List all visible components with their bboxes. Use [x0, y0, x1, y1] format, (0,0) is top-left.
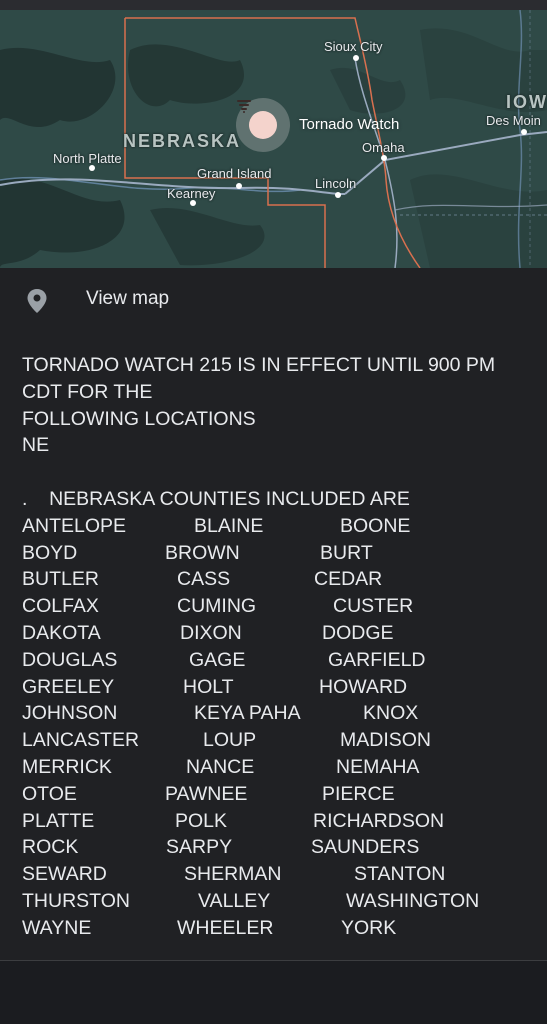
county-name: WAYNE: [22, 916, 92, 939]
location-pin-icon: [27, 289, 47, 313]
county-name: VALLEY: [198, 889, 271, 912]
county-name: BUTLER: [22, 568, 99, 591]
state-label-nebraska: NEBRASKA: [123, 131, 242, 151]
county-name: WHEELER: [177, 916, 274, 939]
county-name: CUSTER: [333, 595, 414, 618]
county-name: PAWNEE: [165, 782, 248, 805]
view-map-label[interactable]: View map: [86, 288, 169, 310]
county-row: MERRICK NANCE NEMAHA: [22, 754, 532, 781]
county-name: POLK: [175, 809, 228, 832]
county-name: NEMAHA: [336, 755, 420, 778]
county-name: DAKOTA: [22, 621, 101, 644]
county-name: LOUP: [203, 729, 257, 752]
county-name: HOWARD: [319, 675, 408, 698]
county-row: DAKOTA DIXON DODGE: [22, 620, 532, 647]
county-name: CASS: [177, 568, 231, 591]
county-row: SEWARD SHERMAN STANTON: [22, 861, 532, 888]
city-label-kearney: Kearney: [167, 186, 216, 201]
city-label-sioux-city: Sioux City: [324, 39, 383, 54]
county-name: CUMING: [177, 595, 257, 618]
alert-line: CDT FOR THE: [22, 380, 153, 403]
counties-heading: . NEBRASKA COUNTIES INCLUDED ARE: [22, 487, 410, 510]
county-name: BURT: [320, 541, 373, 564]
county-name: COLFAX: [22, 595, 99, 618]
county-name: BOYD: [22, 541, 78, 564]
county-name: PIERCE: [322, 782, 395, 805]
county-row: COLFAX CUMING CUSTER: [22, 593, 532, 620]
county-row: DOUGLAS GAGE GARFIELD: [22, 647, 532, 674]
county-name: THURSTON: [22, 889, 130, 912]
county-name: WASHINGTON: [346, 889, 480, 912]
city-label-north-platte: North Platte: [53, 151, 122, 166]
county-name: PLATTE: [22, 809, 95, 832]
county-name: ANTELOPE: [22, 514, 127, 537]
county-name: SARPY: [166, 836, 233, 859]
pin-title: Tornado Watch: [299, 116, 400, 133]
county-row: OTOE PAWNEE PIERCE: [22, 781, 532, 808]
county-row: ANTELOPE BLAINE BOONE: [22, 513, 532, 540]
county-row: BUTLER CASS CEDAR: [22, 566, 532, 593]
county-name: CEDAR: [314, 568, 383, 591]
county-name: OTOE: [22, 782, 77, 805]
county-name: MERRICK: [22, 755, 112, 778]
county-row: ROCK SARPY SAUNDERS: [22, 834, 532, 861]
tornado-watch-pin[interactable]: [236, 98, 290, 152]
county-row: LANCASTER LOUP MADISON: [22, 727, 532, 754]
county-name: HOLT: [183, 675, 234, 698]
county-name: GAGE: [189, 648, 246, 671]
county-row: BOYD BROWN BURT: [22, 540, 532, 567]
county-name: KNOX: [363, 702, 419, 725]
county-name: NANCE: [186, 755, 255, 778]
county-name: LANCASTER: [22, 729, 140, 752]
state-label-iowa: IOW: [506, 92, 547, 112]
view-map-row[interactable]: View map: [0, 268, 547, 330]
city-label-des-moines: Des Moin: [486, 113, 541, 128]
county-row: WAYNE WHEELER YORK: [22, 915, 532, 942]
county-name: BOONE: [340, 514, 411, 537]
county-name: DOUGLAS: [22, 648, 118, 671]
county-name: JOHNSON: [22, 702, 118, 725]
county-row: PLATTE POLK RICHARDSON: [22, 808, 532, 835]
city-label-lincoln: Lincoln: [315, 176, 357, 191]
county-name: BROWN: [165, 541, 240, 564]
county-name: SHERMAN: [184, 863, 282, 886]
county-name: STANTON: [354, 863, 446, 886]
county-name: BLAINE: [194, 514, 264, 537]
county-row: JOHNSON KEYA PAHA KNOX: [22, 700, 532, 727]
county-name: GREELEY: [22, 675, 115, 698]
county-name: RICHARDSON: [313, 809, 445, 832]
city-label-grand-island: Grand Island: [197, 166, 272, 181]
county-name: KEYA PAHA: [194, 702, 301, 725]
alert-line: FOLLOWING LOCATIONS: [22, 407, 256, 430]
city-label-omaha: Omaha: [362, 140, 405, 155]
county-name: ROCK: [22, 836, 79, 859]
county-name: MADISON: [340, 729, 432, 752]
county-name: GARFIELD: [328, 648, 426, 671]
top-bar: [0, 0, 547, 10]
alert-body: TORNADO WATCH 215 IS IN EFFECT UNTIL 900…: [22, 352, 532, 942]
tornado-icon: [237, 100, 251, 113]
county-name: SAUNDERS: [311, 836, 420, 859]
county-list: ANTELOPE BLAINE BOONE BOYD BROWN BURT BUTLER CA…: [22, 513, 532, 942]
bottom-bar: [0, 961, 547, 1024]
alert-line: TORNADO WATCH 215 IS IN EFFECT UNTIL 900…: [22, 354, 496, 376]
county-row: THURSTON VALLEY WASHINGTON: [22, 888, 532, 915]
county-name: DIXON: [180, 621, 242, 644]
county-row: GREELEY HOLT HOWARD: [22, 674, 532, 701]
alert-line: NE: [22, 434, 50, 457]
county-name: SEWARD: [22, 863, 107, 886]
map-preview[interactable]: NEBRASKA IOW Sioux City Des Moin Omaha N…: [0, 10, 547, 268]
county-name: DODGE: [322, 621, 394, 644]
county-name: YORK: [341, 916, 397, 939]
